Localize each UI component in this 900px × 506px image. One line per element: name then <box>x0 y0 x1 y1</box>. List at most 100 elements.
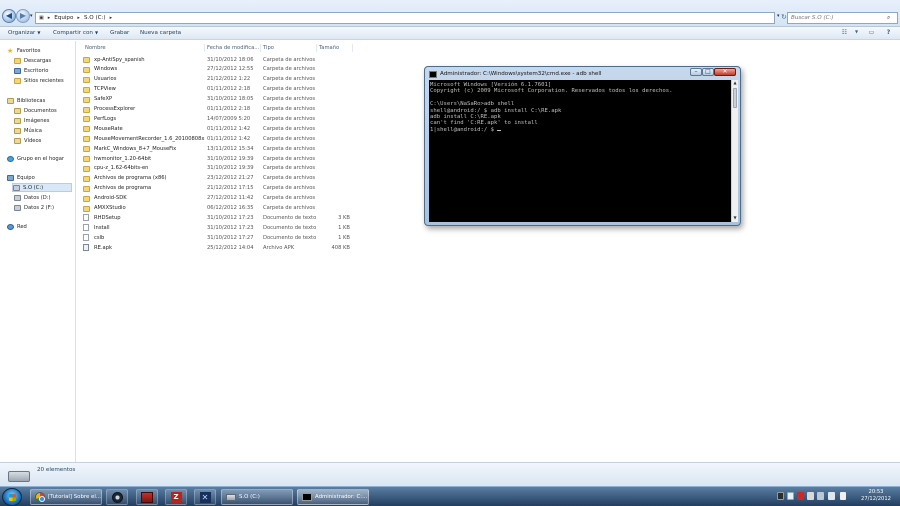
column-divider[interactable] <box>204 44 205 52</box>
taskbar-cmd-window[interactable]: Administrador: C:... <box>297 489 369 505</box>
file-row[interactable]: Usuarios 21/12/2012 1:22 Carpeta de archiv… <box>83 75 363 85</box>
file-row[interactable]: MarkC_Windows_8+7_MouseFix 13/11/2012 15:… <box>83 144 363 154</box>
app-icon <box>141 491 153 503</box>
text-cursor <box>497 129 502 131</box>
file-row[interactable]: cpu-z_1.62-64bits-en 31/10/2012 19:39 Carp… <box>83 164 363 174</box>
help-icon[interactable]: ? <box>884 29 893 37</box>
nav-favorites[interactable]: ★ Favoritos <box>7 46 83 55</box>
share-button[interactable]: Compartir con ▼ <box>53 30 98 36</box>
folder-icon <box>83 136 90 143</box>
breadcrumb-drive-c[interactable]: S.O (C:) <box>84 15 106 21</box>
nav-label: Bibliotecas <box>17 97 46 104</box>
images-icon <box>14 117 21 124</box>
breadcrumb-separator[interactable]: ▸ <box>110 15 113 21</box>
x-app-icon: ✕ <box>199 491 211 503</box>
file-row[interactable]: Archivos de programa (x86) 23/12/2012 21:… <box>83 174 363 184</box>
taskbar-explorer-window[interactable]: S.O (C:) <box>221 489 293 505</box>
search-box[interactable]: ⌕ <box>787 12 898 24</box>
preview-pane-icon[interactable]: ▭ <box>867 29 876 37</box>
nav-computer[interactable]: Equipo <box>7 173 83 182</box>
nav-drive-c[interactable]: S.O (C:) <box>12 183 72 192</box>
file-row[interactable]: Android-SDK 27/12/2012 11:42 Carpeta de ar… <box>83 194 363 204</box>
file-row[interactable]: Archivos de programa 21/12/2012 17:15 Carp… <box>83 184 363 194</box>
tray-alert-icon[interactable] <box>797 492 804 500</box>
column-divider[interactable] <box>316 44 317 52</box>
file-date: 25/12/2012 14:04 <box>207 244 254 251</box>
file-row[interactable]: MouseMovementRecorder_1.6_20100808x 01/11… <box>83 134 363 144</box>
breadcrumb-computer[interactable]: Equipo <box>54 15 73 21</box>
file-row[interactable]: MouseRate 01/11/2012 1:42 Carpeta de archi… <box>83 124 363 134</box>
cmd-scrollbar[interactable]: ▲ ▼ <box>731 80 738 222</box>
cmd-window[interactable]: Administrador: C:\Windows\system32\cmd.e… <box>424 66 741 226</box>
address-bar[interactable]: ▣ ▸ Equipo ▸ S.O (C:) ▸ <box>35 12 775 24</box>
scroll-down-arrow-icon[interactable]: ▼ <box>732 215 738 222</box>
nav-libraries[interactable]: Bibliotecas <box>7 96 83 105</box>
file-row[interactable]: cslb 31/10/2012 17:27 Documento de texto 1 … <box>83 233 363 243</box>
column-divider[interactable] <box>352 44 353 52</box>
chevron-down-icon: ▼ <box>94 30 99 35</box>
system-clock[interactable]: 20:53 27/12/2012 <box>856 489 896 503</box>
tray-drive-icon[interactable] <box>787 492 794 500</box>
volume-icon[interactable] <box>828 492 835 500</box>
file-row[interactable]: AMXXStudio 06/12/2012 16:35 Carpeta de arc… <box>83 204 363 214</box>
file-type: Carpeta de archivos <box>263 86 316 93</box>
file-date: 31/10/2012 17:23 <box>207 224 254 231</box>
libraries-icon <box>7 97 14 104</box>
breadcrumb-separator[interactable]: ▸ <box>77 15 80 21</box>
column-header-name[interactable]: Nombre <box>85 45 106 51</box>
taskbar-filezilla[interactable]: Z <box>165 489 187 505</box>
file-row[interactable]: PerfLogs 14/07/2009 5:20 Carpeta de archiv… <box>83 114 363 124</box>
file-row[interactable]: Install 31/10/2012 17:23 Documento de text… <box>83 223 363 233</box>
scroll-up-arrow-icon[interactable]: ▲ <box>732 80 738 87</box>
nav-network[interactable]: Red <box>7 222 83 231</box>
recent-pages-dropdown[interactable]: ▾ <box>30 13 33 19</box>
file-name: TCPView <box>94 86 116 93</box>
file-row[interactable]: xp-AntiSpy_spanish 31/10/2012 18:06 Carpet… <box>83 55 363 65</box>
flag-icon[interactable] <box>840 492 846 500</box>
file-row[interactable]: RE.apk 25/12/2012 14:04 Archivo APK 408 KB <box>83 243 363 253</box>
file-row[interactable]: ProcessExplorer 01/11/2012 2:18 Carpeta de… <box>83 105 363 115</box>
search-input[interactable] <box>791 15 887 21</box>
breadcrumb-separator[interactable]: ▸ <box>48 15 51 21</box>
network-icon[interactable] <box>807 492 814 500</box>
tray-app-icon[interactable] <box>777 492 784 500</box>
burn-button[interactable]: Grabar <box>110 30 129 36</box>
clock-date: 27/12/2012 <box>861 496 891 502</box>
taskbar-chrome-window[interactable]: [Tutorial] Sobre el... <box>30 489 102 505</box>
downloads-folder-icon <box>14 57 21 64</box>
address-dropdown[interactable]: ▾ <box>777 13 780 19</box>
scrollbar-thumb[interactable] <box>733 88 737 108</box>
file-row[interactable]: RHDSetup 31/10/2012 17:23 Documento de tex… <box>83 213 363 223</box>
taskbar-red-app[interactable] <box>136 489 158 505</box>
back-button[interactable]: ◀ <box>2 9 16 23</box>
action-center-icon[interactable] <box>817 492 824 500</box>
column-header-type[interactable]: Tipo <box>263 45 274 51</box>
file-row[interactable]: TCPView 01/11/2012 2:18 Carpeta de archivo… <box>83 85 363 95</box>
file-size: 3 KB <box>338 214 350 221</box>
maximize-button[interactable]: □ <box>702 68 714 76</box>
file-name: RE.apk <box>94 244 113 251</box>
view-options-icon[interactable]: ☷ <box>840 29 849 37</box>
forward-button[interactable]: ▶ <box>16 9 30 23</box>
refresh-icon[interactable]: ↻ <box>781 13 787 21</box>
taskbar-steam[interactable] <box>106 489 128 505</box>
taskbar-x-app[interactable]: ✕ <box>194 489 216 505</box>
minimize-button[interactable]: – <box>690 68 702 76</box>
start-button[interactable] <box>2 488 22 506</box>
file-name: MarkC_Windows_8+7_MouseFix <box>94 145 177 152</box>
drive-icon <box>8 471 30 482</box>
file-row[interactable]: hwmonitor_1.20-64bit 31/10/2012 19:39 Carp… <box>83 154 363 164</box>
column-header-size[interactable]: Tamaño <box>319 45 339 51</box>
view-dropdown-icon[interactable]: ▼ <box>852 29 861 37</box>
file-type: Documento de texto <box>263 234 317 241</box>
nav-homegroup[interactable]: Grupo en el hogar <box>7 154 83 163</box>
column-divider[interactable] <box>260 44 261 52</box>
search-icon[interactable]: ⌕ <box>887 14 890 22</box>
organize-button[interactable]: Organizar ▼ <box>8 30 40 36</box>
new-folder-button[interactable]: Nueva carpeta <box>140 30 181 36</box>
column-header-date[interactable]: Fecha de modifica... <box>207 45 259 51</box>
file-row[interactable]: Windows 27/12/2012 12:55 Carpeta de archiv… <box>83 65 363 75</box>
file-row[interactable]: SafeXP 31/10/2012 18:05 Carpeta de archivo… <box>83 95 363 105</box>
console-output[interactable]: Microsoft Windows [Versión 6.1.7601] Copy… <box>429 80 731 222</box>
close-button[interactable]: ✕ <box>714 68 736 76</box>
